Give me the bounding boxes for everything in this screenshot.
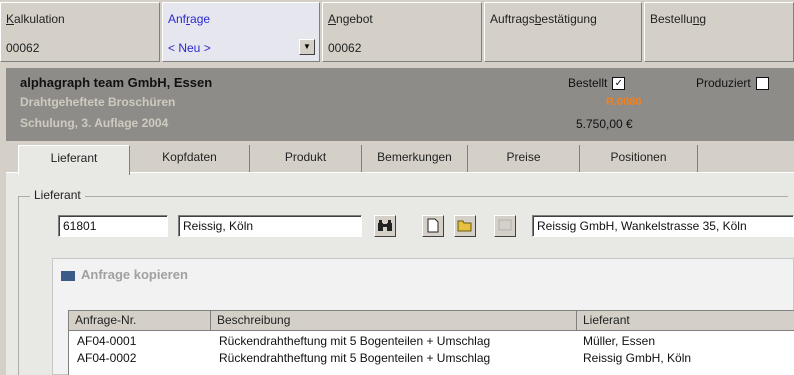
job-header-band: alphagraph team GmbH, Essen Drahtgehefte… bbox=[6, 68, 794, 141]
step-angebot[interactable]: Angebot 00062 bbox=[322, 2, 482, 62]
row-beschreibung: Rückendrahtheftung mit 5 Bogenteilen + U… bbox=[219, 351, 491, 365]
step-kalkulation[interactable]: Kalkulation 00062 bbox=[0, 2, 160, 62]
step-auftrag-label: Auftragsbestätigung bbox=[490, 12, 597, 26]
disabled-action-icon bbox=[494, 215, 516, 237]
step-kalkulation-label: Kalkulation bbox=[6, 12, 65, 26]
step-bestellung[interactable]: Bestellung bbox=[644, 2, 794, 62]
step-angebot-label: Angebot bbox=[328, 12, 373, 26]
supplier-name-field[interactable]: Reissig, Köln bbox=[178, 215, 362, 237]
step-auftragsbestaetigung[interactable]: Auftragsbestätigung bbox=[484, 2, 642, 62]
status-value: R.0080 bbox=[606, 96, 642, 108]
chevron-down-icon[interactable]: ▼ bbox=[299, 39, 315, 55]
product-description: Drahtgeheftete Broschüren bbox=[20, 95, 176, 109]
anfrage-table: Anfrage-Nr. Beschreibung Lieferant AF04-… bbox=[68, 310, 794, 375]
produziert-label: Produziert bbox=[696, 76, 751, 90]
row-anfrage-nr: AF04-0002 bbox=[77, 351, 137, 365]
binoculars-icon[interactable] bbox=[374, 215, 396, 237]
supplier-address-field[interactable]: Reissig GmbH, Wankelstrasse 35, Köln bbox=[532, 215, 794, 237]
job-description: Schulung, 3. Auflage 2004 bbox=[20, 116, 169, 130]
tab-kopfdaten[interactable]: Kopfdaten bbox=[130, 145, 250, 173]
company-name: alphagraph team GmbH, Essen bbox=[20, 75, 213, 90]
produziert-checkbox[interactable] bbox=[755, 77, 769, 91]
row-lieferant: Müller, Essen bbox=[583, 334, 656, 348]
column-header-anfrage-nr[interactable]: Anfrage-Nr. bbox=[69, 311, 211, 331]
dialog-title: Anfrage kopieren bbox=[61, 267, 188, 282]
supplier-number-field[interactable]: 61801 bbox=[58, 215, 168, 237]
new-document-icon[interactable] bbox=[422, 215, 444, 237]
produziert-flag: Produziert bbox=[696, 76, 769, 91]
step-anfrage-label: Anfrage bbox=[168, 12, 211, 26]
step-anfrage[interactable]: Anfrage < Neu > ▼ bbox=[162, 2, 320, 62]
step-bestellung-label: Bestellung bbox=[650, 12, 707, 26]
bestellt-label: Bestellt bbox=[568, 76, 608, 90]
tab-bemerkungen[interactable]: Bemerkungen bbox=[362, 145, 468, 173]
copy-icon bbox=[61, 270, 75, 281]
row-lieferant: Reissig GmbH, Köln bbox=[583, 351, 692, 365]
bestellt-checkbox[interactable]: ✓ bbox=[612, 77, 626, 91]
lieferant-group-legend: Lieferant bbox=[30, 188, 85, 202]
open-folder-icon[interactable] bbox=[454, 215, 476, 237]
total-price: 5.750,00 € bbox=[576, 117, 633, 131]
row-beschreibung: Rückendrahtheftung mit 5 Bogenteilen + U… bbox=[219, 334, 491, 348]
bestellt-flag: Bestellt ✓ bbox=[568, 76, 626, 91]
tab-preise[interactable]: Preise bbox=[468, 145, 580, 173]
column-header-beschreibung[interactable]: Beschreibung bbox=[211, 311, 577, 331]
step-kalkulation-value: 00062 bbox=[6, 41, 40, 55]
tab-positionen[interactable]: Positionen bbox=[580, 145, 698, 173]
anfrage-select-value[interactable]: < Neu > bbox=[168, 41, 211, 55]
row-anfrage-nr: AF04-0001 bbox=[77, 334, 137, 348]
tab-lieferant[interactable]: Lieferant bbox=[18, 145, 130, 175]
step-angebot-value: 00062 bbox=[328, 41, 362, 55]
process-steps-bar: Kalkulation 00062 Anfrage < Neu > ▼ Ange… bbox=[0, 0, 794, 64]
column-header-lieferant[interactable]: Lieferant bbox=[577, 311, 794, 331]
tab-produkt[interactable]: Produkt bbox=[250, 145, 362, 173]
